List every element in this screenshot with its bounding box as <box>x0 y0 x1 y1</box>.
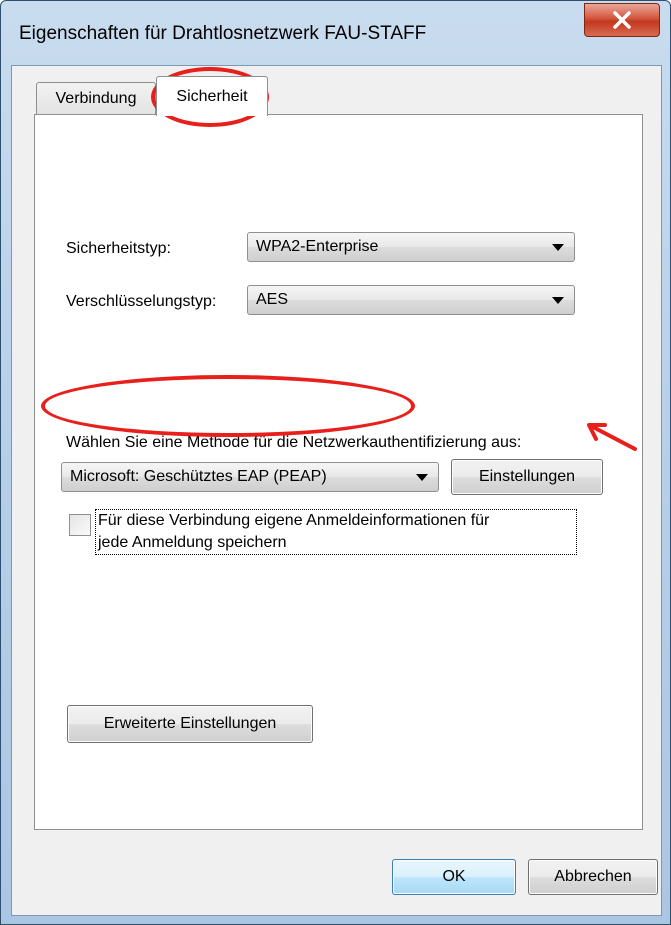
tab-sicherheit-label: Sicherheit <box>176 87 248 105</box>
auth-settings-button[interactable]: Einstellungen <box>451 459 603 495</box>
remember-credentials-line2: jede Anmeldung speichern <box>98 534 287 551</box>
tab-sicherheit[interactable]: Sicherheit <box>156 76 268 116</box>
auth-method-select[interactable]: Microsoft: Geschütztes EAP (PEAP) <box>61 462 439 492</box>
remember-credentials-checkbox[interactable] <box>69 514 91 536</box>
window-title: Eigenschaften für Drahtlosnetzwerk FAU-S… <box>19 23 427 44</box>
close-button[interactable] <box>584 3 660 37</box>
advanced-settings-button[interactable]: Erweiterte Einstellungen <box>67 705 313 743</box>
ok-button[interactable]: OK <box>392 859 516 895</box>
security-type-select[interactable]: WPA2-Enterprise <box>247 232 575 262</box>
client-area: Verbindung Sicherheit Sicherheitstyp: WP… <box>11 65 662 916</box>
remember-credentials-line1: Für diese Verbindung eigene Anmeldeinfor… <box>98 512 490 529</box>
tab-verbindung-label: Verbindung <box>55 89 137 107</box>
dropdown-arrow-icon <box>416 474 428 481</box>
auth-method-value: Microsoft: Geschütztes EAP (PEAP) <box>70 468 327 485</box>
encryption-type-value: AES <box>256 291 289 308</box>
dropdown-arrow-icon <box>552 244 564 251</box>
security-type-label: Sicherheitstyp: <box>66 240 171 257</box>
close-icon <box>613 11 631 29</box>
encryption-type-label: Verschlüsselungstyp: <box>66 293 217 310</box>
security-type-value: WPA2-Enterprise <box>256 238 379 255</box>
auth-method-label: Wählen Sie eine Methode für die Netzwerk… <box>66 434 522 451</box>
cancel-button[interactable]: Abbrechen <box>528 859 658 895</box>
tab-verbindung[interactable]: Verbindung <box>36 82 156 114</box>
encryption-type-select[interactable]: AES <box>247 285 575 315</box>
remember-credentials-label[interactable]: Für diese Verbindung eigene Anmeldeinfor… <box>95 509 577 555</box>
dialog-window: Eigenschaften für Drahtlosnetzwerk FAU-S… <box>0 0 671 925</box>
dropdown-arrow-icon <box>552 297 564 304</box>
security-tab-panel: Sicherheitstyp: WPA2-Enterprise Verschlü… <box>34 114 643 830</box>
title-bar[interactable]: Eigenschaften für Drahtlosnetzwerk FAU-S… <box>1 1 670 65</box>
